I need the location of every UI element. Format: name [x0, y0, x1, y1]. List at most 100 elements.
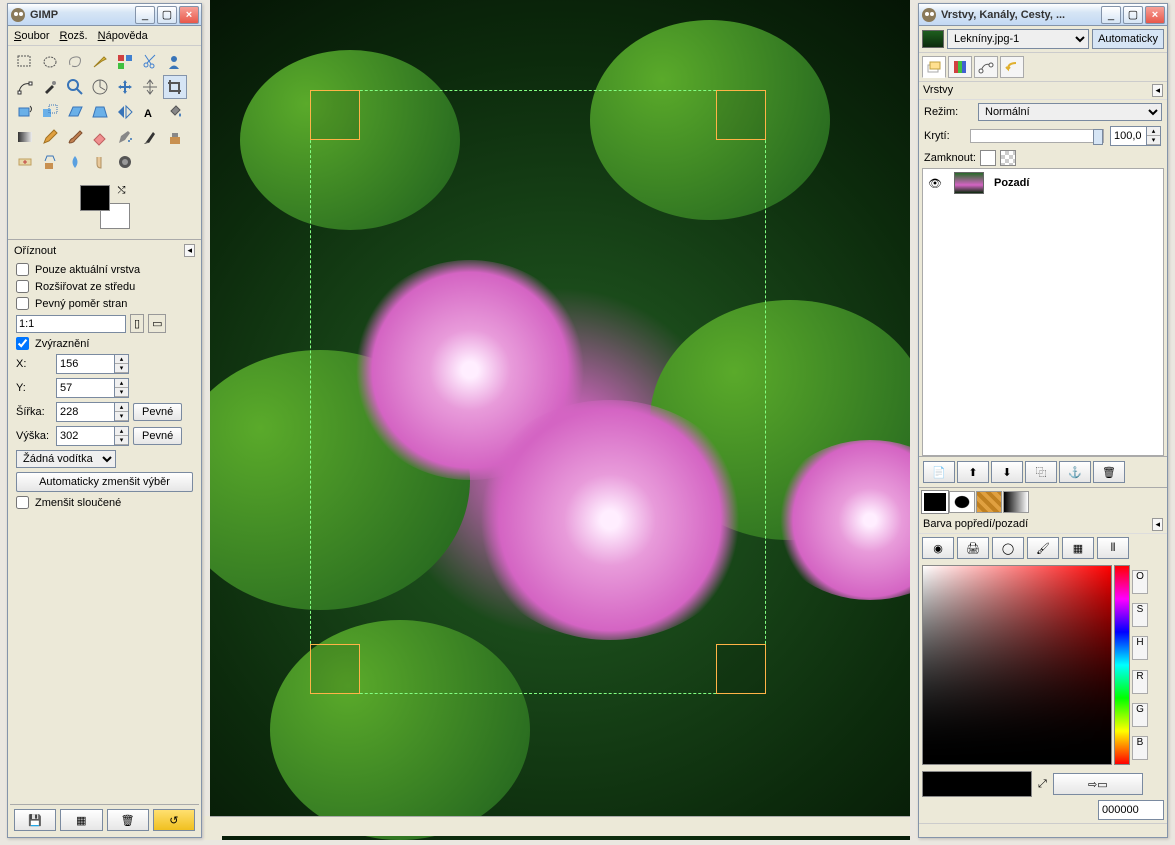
align-tool[interactable] [138, 75, 162, 99]
pencil-tool[interactable] [38, 125, 62, 149]
move-tool[interactable] [113, 75, 137, 99]
measure-tool[interactable] [88, 75, 112, 99]
crop-handle-tl[interactable] [310, 90, 360, 140]
by-color-select-tool[interactable] [113, 50, 137, 74]
horizontal-scrollbar[interactable] [210, 816, 910, 836]
shear-tool[interactable] [63, 100, 87, 124]
layer-name[interactable]: Pozadí [994, 177, 1029, 189]
color-field[interactable] [922, 565, 1112, 765]
maximize-button[interactable]: ▢ [1123, 6, 1143, 24]
hue-mode-r[interactable]: R [1132, 670, 1148, 694]
x-spinner[interactable]: ▴▾ [114, 354, 129, 374]
x-input[interactable] [56, 354, 114, 374]
height-spinner[interactable]: ▴▾ [114, 426, 129, 446]
hue-mode-h[interactable]: H [1132, 636, 1148, 660]
perspective-tool[interactable] [88, 100, 112, 124]
lock-alpha-checkbox[interactable] [1000, 150, 1016, 166]
height-fixed-button[interactable]: Pevné [133, 427, 182, 445]
width-spinner[interactable]: ▴▾ [114, 402, 129, 422]
bucket-fill-tool[interactable] [163, 100, 187, 124]
foreground-color[interactable] [80, 185, 110, 211]
dodge-burn-tool[interactable] [113, 150, 137, 174]
channels-tab[interactable] [948, 56, 972, 78]
crop-tool[interactable] [163, 75, 187, 99]
eyedropper-icon[interactable]: ⤢ [1038, 778, 1047, 791]
fg-bg-tab[interactable] [922, 491, 948, 513]
y-input[interactable] [56, 378, 114, 398]
resize-grip[interactable] [919, 823, 1167, 837]
ellipse-select-tool[interactable] [38, 50, 62, 74]
gradients-tab[interactable] [1003, 491, 1029, 513]
clone-tool[interactable] [163, 125, 187, 149]
dock-titlebar[interactable]: Vrstvy, Kanály, Cesty, ... _ ▢ × [919, 4, 1167, 26]
portrait-icon[interactable]: ▯ [130, 314, 144, 333]
auto-shrink-button[interactable]: Automaticky zmenšit výběr [16, 472, 193, 492]
expand-from-center-checkbox[interactable]: Rozšiřovat ze středu [16, 280, 193, 293]
menu-soubor[interactable]: Soubor [14, 30, 49, 42]
highlight-checkbox[interactable]: Zvýraznění [16, 337, 193, 350]
auto-button[interactable]: Automaticky [1092, 29, 1164, 49]
menu-napoveda[interactable]: Nápověda [98, 30, 148, 42]
width-input[interactable] [56, 402, 114, 422]
crop-handle-br[interactable] [716, 644, 766, 694]
minimize-button[interactable]: _ [135, 6, 155, 24]
airbrush-tool[interactable] [113, 125, 137, 149]
opacity-spinner[interactable]: ▴▾ [1146, 126, 1161, 146]
aspect-ratio-input[interactable] [16, 315, 126, 333]
visibility-toggle-icon[interactable]: 👁 [928, 177, 944, 190]
crop-handle-tr[interactable] [716, 90, 766, 140]
image-selector[interactable]: Lekníny.jpg-1 [947, 29, 1089, 49]
new-layer-button[interactable]: 📄 [923, 461, 955, 483]
zoom-tool[interactable] [63, 75, 87, 99]
restore-options-button[interactable]: ▦ [60, 809, 102, 831]
text-tool[interactable]: A [138, 100, 162, 124]
smudge-tool[interactable] [88, 150, 112, 174]
color-menu-icon[interactable]: ◂ [1152, 518, 1163, 531]
y-spinner[interactable]: ▴▾ [114, 378, 129, 398]
crop-handle-bl[interactable] [310, 644, 360, 694]
patterns-tab[interactable] [976, 491, 1002, 513]
wheel-picker-button[interactable]: 🖌 [1027, 537, 1059, 559]
undo-history-tab[interactable] [1000, 56, 1024, 78]
lower-layer-button[interactable]: ⬇ [991, 461, 1023, 483]
mode-select[interactable]: Normální [978, 103, 1162, 121]
current-color-swatch[interactable] [922, 771, 1032, 797]
color-swatch[interactable]: ⤭ [80, 185, 130, 229]
layers-menu-icon[interactable]: ◂ [1152, 84, 1163, 97]
layer-list[interactable]: 👁 Pozadí [922, 168, 1164, 456]
scissors-tool[interactable] [138, 50, 162, 74]
blur-tool[interactable] [63, 150, 87, 174]
save-options-button[interactable]: 💾 [14, 809, 56, 831]
palette-picker-button[interactable]: ▦ [1062, 537, 1094, 559]
guides-combo[interactable]: Žádná vodítka [16, 450, 116, 468]
gimp-picker-button[interactable]: ◉ [922, 537, 954, 559]
minimize-button[interactable]: _ [1101, 6, 1121, 24]
hue-mode-o[interactable]: O [1132, 570, 1148, 594]
swap-colors-icon[interactable]: ⤭ [118, 185, 130, 197]
toolbox-titlebar[interactable]: GIMP _ ▢ × [8, 4, 201, 26]
menu-rozsireni[interactable]: Rozš. [59, 30, 87, 42]
rect-select-tool[interactable] [13, 50, 37, 74]
layer-row[interactable]: 👁 Pozadí [923, 169, 1163, 197]
hue-mode-b[interactable]: B [1132, 736, 1148, 760]
color-picker-tool[interactable] [38, 75, 62, 99]
ink-tool[interactable] [138, 125, 162, 149]
eraser-tool[interactable] [88, 125, 112, 149]
brushes-tab[interactable] [949, 491, 975, 513]
delete-options-button[interactable]: 🗑 [107, 809, 149, 831]
opacity-input[interactable] [1110, 126, 1146, 146]
maximize-button[interactable]: ▢ [157, 6, 177, 24]
width-fixed-button[interactable]: Pevné [133, 403, 182, 421]
paths-tool[interactable] [13, 75, 37, 99]
height-input[interactable] [56, 426, 114, 446]
hue-mode-s[interactable]: S [1132, 603, 1148, 627]
hue-mode-g[interactable]: G [1132, 703, 1148, 727]
anchor-layer-button[interactable]: ⚓ [1059, 461, 1091, 483]
scales-picker-button[interactable]: ⫴ [1097, 537, 1129, 559]
heal-tool[interactable] [13, 150, 37, 174]
watercolor-picker-button[interactable]: ◯ [992, 537, 1024, 559]
paths-tab[interactable] [974, 56, 998, 78]
cmyk-picker-button[interactable]: 🖨 [957, 537, 989, 559]
scale-tool[interactable] [38, 100, 62, 124]
fuzzy-select-tool[interactable] [88, 50, 112, 74]
